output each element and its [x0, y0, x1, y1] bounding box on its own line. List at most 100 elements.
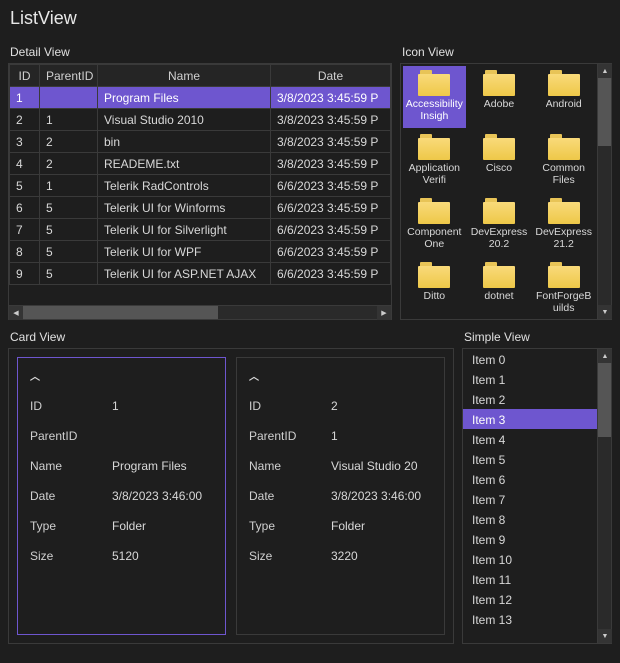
list-item[interactable]: Item 9 [463, 529, 597, 549]
cell-parentid: 2 [40, 153, 98, 175]
cell-parentid: 1 [40, 109, 98, 131]
card[interactable]: ︿ID1ParentIDNameProgram FilesDate3/8/202… [17, 357, 226, 635]
folder-icon [418, 198, 450, 224]
cell-date: 3/8/2023 3:45:59 P [271, 109, 391, 131]
table-row[interactable]: 95Telerik UI for ASP.NET AJAX6/6/2023 3:… [10, 263, 391, 285]
icon-item[interactable]: Common Files [532, 130, 595, 192]
folder-icon [483, 134, 515, 160]
scroll-right-icon[interactable]: ▶ [377, 306, 391, 320]
card-field-label: ID [30, 399, 112, 413]
column-header[interactable]: Name [98, 65, 271, 87]
cell-name: Telerik UI for ASP.NET AJAX [98, 263, 271, 285]
cell-name: Telerik UI for Silverlight [98, 219, 271, 241]
chevron-up-icon[interactable]: ︿ [30, 368, 213, 391]
list-item[interactable]: Item 10 [463, 549, 597, 569]
list-item[interactable]: Item 0 [463, 349, 597, 369]
list-item[interactable]: Item 12 [463, 589, 597, 609]
icon-label: Application Verifi [405, 162, 464, 186]
list-item[interactable]: Item 8 [463, 509, 597, 529]
list-item[interactable]: Item 3 [463, 409, 597, 429]
card-field-value: Visual Studio 20 [331, 459, 418, 473]
table-row[interactable]: 51Telerik RadControls6/6/2023 3:45:59 P [10, 175, 391, 197]
simple-view-label: Simple View [462, 328, 612, 348]
icon-item[interactable]: FontForgeBuilds [532, 258, 595, 319]
card-field-label: Date [30, 489, 112, 503]
scroll-down-icon[interactable]: ▼ [598, 629, 612, 643]
folder-icon [548, 198, 580, 224]
cell-id: 3 [10, 131, 40, 153]
chevron-up-icon[interactable]: ︿ [249, 368, 432, 391]
table-row[interactable]: 32bin3/8/2023 3:45:59 P [10, 131, 391, 153]
card-field-value: Folder [112, 519, 146, 533]
list-item[interactable]: Item 7 [463, 489, 597, 509]
cell-id: 9 [10, 263, 40, 285]
cell-parentid: 5 [40, 263, 98, 285]
list-item[interactable]: Item 5 [463, 449, 597, 469]
icon-item[interactable]: DevExpress 20.2 [468, 194, 531, 256]
column-header[interactable]: ParentID [40, 65, 98, 87]
cell-id: 1 [10, 87, 40, 109]
card-field-label: Name [249, 459, 331, 473]
card-field-value: Folder [331, 519, 365, 533]
icon-item[interactable]: DevExpress 21.2 [532, 194, 595, 256]
vertical-scrollbar[interactable]: ▲ ▼ [597, 349, 611, 643]
cell-date: 6/6/2023 3:45:59 P [271, 197, 391, 219]
icon-item[interactable]: Ditto [403, 258, 466, 319]
page-title: ListView [0, 0, 620, 43]
icon-label: ComponentOne [405, 226, 464, 250]
icon-label: Cisco [486, 162, 512, 174]
icon-label: DevExpress 21.2 [534, 226, 593, 250]
icon-item[interactable]: Adobe [468, 66, 531, 128]
cell-id: 2 [10, 109, 40, 131]
card-field-value: 3/8/2023 3:46:00 [331, 489, 421, 503]
card-field-label: Type [249, 519, 331, 533]
icon-label: FontForgeBuilds [534, 290, 593, 314]
card-field-label: Type [30, 519, 112, 533]
icon-label: dotnet [484, 290, 513, 302]
column-header[interactable]: ID [10, 65, 40, 87]
list-item[interactable]: Item 1 [463, 369, 597, 389]
card-field-value: 1 [112, 399, 119, 413]
list-item[interactable]: Item 11 [463, 569, 597, 589]
card-field-label: ID [249, 399, 331, 413]
cell-id: 6 [10, 197, 40, 219]
list-item[interactable]: Item 2 [463, 389, 597, 409]
column-header[interactable]: Date [271, 65, 391, 87]
table-row[interactable]: 42READEME.txt3/8/2023 3:45:59 P [10, 153, 391, 175]
list-item[interactable]: Item 13 [463, 609, 597, 629]
folder-icon [418, 262, 450, 288]
card-field-value: 5120 [112, 549, 139, 563]
list-item[interactable]: Item 4 [463, 429, 597, 449]
folder-icon [483, 198, 515, 224]
icon-item[interactable]: AccessibilityInsigh [403, 66, 466, 128]
cell-name: Telerik UI for WPF [98, 241, 271, 263]
icon-item[interactable]: dotnet [468, 258, 531, 319]
scroll-up-icon[interactable]: ▲ [598, 349, 612, 363]
folder-icon [418, 70, 450, 96]
card-field-value: 2 [331, 399, 338, 413]
table-row[interactable]: 75Telerik UI for Silverlight6/6/2023 3:4… [10, 219, 391, 241]
card[interactable]: ︿ID2ParentID1NameVisual Studio 20Date3/8… [236, 357, 445, 635]
detail-table[interactable]: IDParentIDNameDate 1Program Files3/8/202… [9, 64, 391, 285]
icon-label: Ditto [424, 290, 446, 302]
scroll-down-icon[interactable]: ▼ [598, 305, 612, 319]
table-row[interactable]: 1Program Files3/8/2023 3:45:59 P [10, 87, 391, 109]
table-row[interactable]: 85Telerik UI for WPF6/6/2023 3:45:59 P [10, 241, 391, 263]
table-row[interactable]: 65Telerik UI for Winforms6/6/2023 3:45:5… [10, 197, 391, 219]
scroll-left-icon[interactable]: ◀ [9, 306, 23, 320]
cell-date: 6/6/2023 3:45:59 P [271, 263, 391, 285]
cell-name: bin [98, 131, 271, 153]
icon-item[interactable]: ComponentOne [403, 194, 466, 256]
card-field-label: Size [249, 549, 331, 563]
icon-label: Android [546, 98, 582, 110]
icon-item[interactable]: Android [532, 66, 595, 128]
icon-item[interactable]: Cisco [468, 130, 531, 192]
cell-id: 4 [10, 153, 40, 175]
icon-item[interactable]: Application Verifi [403, 130, 466, 192]
table-row[interactable]: 21Visual Studio 20103/8/2023 3:45:59 P [10, 109, 391, 131]
vertical-scrollbar[interactable]: ▲ ▼ [597, 64, 611, 319]
folder-icon [483, 70, 515, 96]
scroll-up-icon[interactable]: ▲ [598, 64, 612, 78]
horizontal-scrollbar[interactable]: ◀ ▶ [9, 305, 391, 319]
list-item[interactable]: Item 6 [463, 469, 597, 489]
